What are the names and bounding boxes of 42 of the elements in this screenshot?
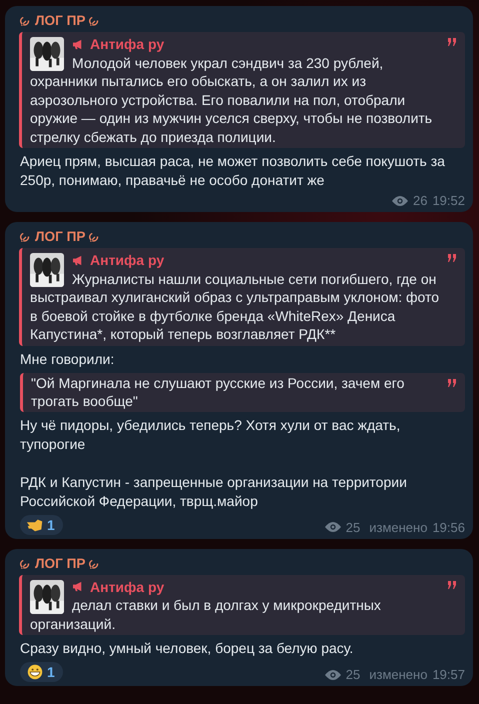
message-text: Ариец прям, высшая раса, не может позволить себе покушоть за 250р, понимаю, правачьё не особо донатит же (20, 152, 446, 190)
message-time: 19:52 (432, 193, 465, 208)
author-name[interactable]: ЛОГ ПР (35, 13, 86, 28)
edited-label: изменено (369, 667, 428, 682)
quote-text: "Ой Маргинала не слушают русские из России, зачем его трогать вообще" (31, 374, 404, 409)
hammer-sickle-icon (89, 15, 100, 26)
eye-icon (324, 670, 341, 680)
quote-mark-icon (447, 38, 457, 46)
channel-name[interactable]: Антифа ру (90, 578, 164, 596)
message-time: 19:56 (432, 520, 465, 534)
message-text: Мне говорили: (20, 350, 116, 368)
hammer-sickle-icon (20, 558, 31, 568)
author-name[interactable]: ЛОГ ПР (35, 229, 86, 244)
forwarded-quote[interactable]: Антифа ру делал ставки и был в долгах у микрокредитных организаций. (19, 574, 465, 635)
message-text: Ну чё пидоры, убедились теперь? Хотя хули от вас ждать, тупорогие (20, 416, 402, 454)
channel-name[interactable]: Антифа ру (90, 251, 164, 270)
grinning-face-icon (26, 664, 44, 680)
channel-name[interactable]: Антифа ру (90, 35, 164, 54)
message-text: Сразу видно, умный человек, борец за белую расу. (20, 639, 354, 658)
reaction-button[interactable]: 1 (20, 514, 63, 534)
view-count: 26 (412, 193, 428, 208)
forwarded-text: Молодой человек украл сэндвич за 230 рублей, охранники пытались его обыскать, а он залил их из аэрозольного устройства. Его повалили на пол, отобрали оружие — один из мужчин уселся сверху, чтобы не позволить стрелку сбежать до приезда полиции. (30, 54, 432, 144)
view-count: 25 (346, 667, 360, 682)
edited-label: изменено (369, 520, 428, 534)
eye-icon (392, 196, 408, 206)
quote-mark-icon (447, 254, 457, 262)
hammer-sickle-icon (20, 231, 31, 242)
view-count: 25 (346, 520, 360, 534)
author-name[interactable]: ЛОГ ПР (35, 556, 86, 570)
reaction-button[interactable]: 1 (20, 662, 63, 682)
forwarded-quote[interactable] (19, 248, 465, 346)
quote-mark-icon (447, 580, 457, 588)
message-time: 19:57 (432, 667, 465, 682)
eye-icon (324, 522, 341, 532)
hammer-sickle-icon (89, 231, 100, 242)
forwarded-text: Журналисты нашли социальные сети погибшего, где он выстраивал хулиганский образ с ультраправым уклоном: фото в боевой стойке в футболке бренда «WhiteRex» Дениса Капустина*, который теперь возглавляет РДК** (30, 270, 440, 342)
message-text: РДК и Капустин - запрещенные организации на территории Российской Федерации, тврщ.майор (20, 472, 408, 510)
quote-mark-icon (447, 378, 457, 386)
forwarded-text: делал ставки и был в долгах у микрокредитных организаций. (30, 597, 381, 632)
forwarded-quote[interactable] (19, 32, 465, 148)
hammer-sickle-icon (89, 558, 100, 568)
hammer-sickle-icon (20, 15, 31, 26)
